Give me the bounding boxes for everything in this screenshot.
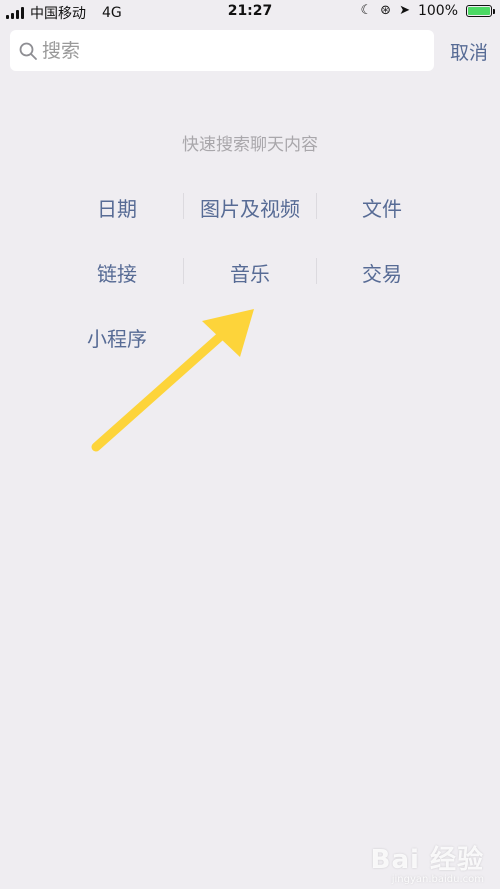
rotation-lock-icon: ⊛ bbox=[380, 3, 392, 18]
status-bar: 中国移动 4G 21:27 ☾ ⊛ ➤ 100% bbox=[0, 0, 500, 26]
divider bbox=[183, 193, 184, 219]
location-icon: ➤ bbox=[399, 3, 410, 18]
search-icon bbox=[19, 42, 37, 60]
search-input[interactable] bbox=[42, 39, 422, 62]
search-box[interactable] bbox=[10, 30, 434, 71]
battery-icon bbox=[466, 5, 495, 17]
category-links[interactable]: 链接 bbox=[52, 258, 182, 287]
search-hint: 快速搜索聊天内容 bbox=[182, 135, 318, 155]
category-date[interactable]: 日期 bbox=[52, 193, 182, 222]
category-music[interactable]: 音乐 bbox=[185, 258, 315, 287]
watermark-url: jingyan.baidu.com bbox=[391, 874, 484, 885]
divider bbox=[183, 258, 184, 284]
category-images-videos[interactable]: 图片及视频 bbox=[185, 193, 315, 222]
battery-percent: 100% bbox=[417, 3, 458, 19]
category-transactions[interactable]: 交易 bbox=[317, 258, 447, 287]
moon-icon: ☾ bbox=[360, 3, 373, 18]
watermark-logo: Bai 经验 bbox=[370, 845, 484, 875]
category-mini-programs[interactable]: 小程序 bbox=[52, 323, 182, 352]
category-files[interactable]: 文件 bbox=[317, 193, 447, 222]
watermark: Bai 经验 jingyan.baidu.com bbox=[371, 839, 484, 885]
cancel-button[interactable]: 取消 bbox=[450, 38, 488, 65]
status-right: ☾ ⊛ ➤ 100% bbox=[360, 3, 495, 19]
